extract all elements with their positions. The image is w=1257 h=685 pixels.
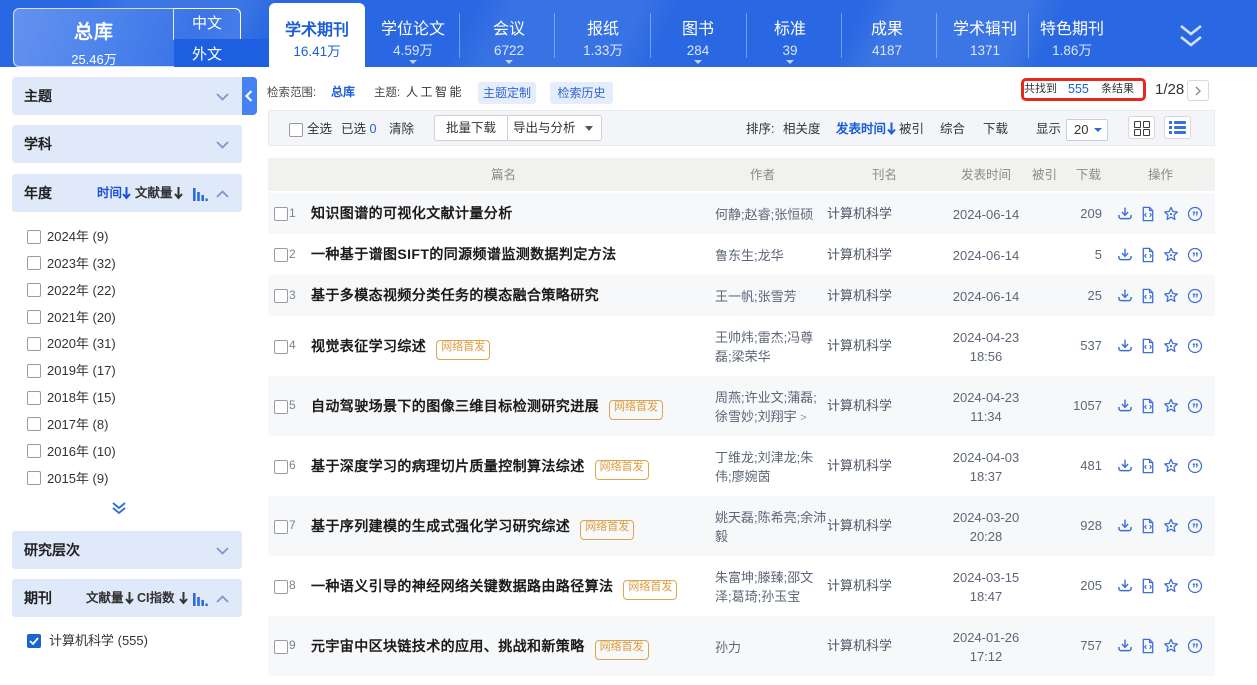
svg-text:”: ” [1192,400,1199,414]
svg-text:”: ” [1192,460,1199,474]
svg-text:”: ” [1192,640,1199,654]
svg-text:”: ” [1192,249,1199,263]
svg-text:”: ” [1192,520,1199,534]
svg-text:”: ” [1192,580,1199,594]
svg-text:”: ” [1192,340,1199,354]
svg-text:”: ” [1192,208,1199,222]
svg-text:”: ” [1192,290,1199,304]
